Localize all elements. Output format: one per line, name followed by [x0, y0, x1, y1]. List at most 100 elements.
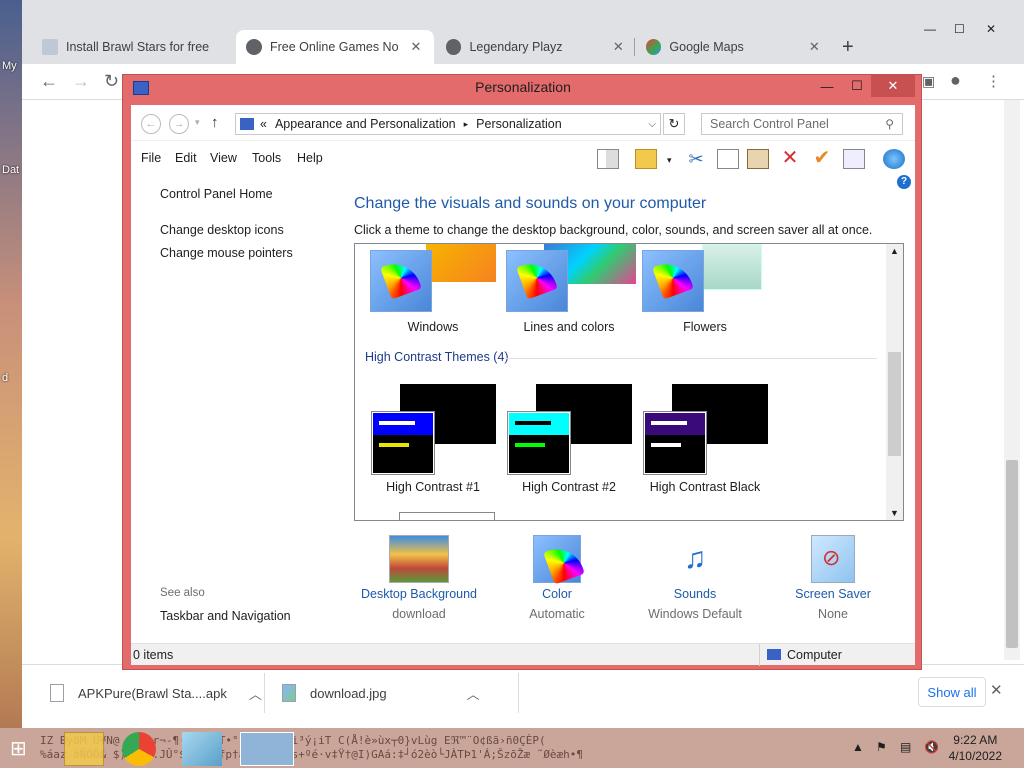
close-tab-icon[interactable]: ✕	[807, 39, 822, 55]
network-icon[interactable]: ▤	[900, 740, 911, 754]
show-hidden-icons[interactable]: ▲	[852, 740, 864, 754]
desktop-icon-label[interactable]: My	[2, 60, 17, 72]
theme-high-contrast-1[interactable]: High Contrast #1	[368, 384, 498, 494]
chevron-up-icon[interactable]: ︿	[249, 684, 262, 703]
option-label[interactable]: Sounds	[630, 587, 760, 601]
recent-pages-icon[interactable]: ▾	[195, 117, 200, 128]
globe-icon[interactable]	[883, 149, 905, 169]
menu-view[interactable]: View	[210, 151, 237, 165]
close-tab-icon[interactable]: ✕	[408, 39, 424, 55]
scroll-up-icon[interactable]: ▲	[890, 246, 899, 256]
back-icon[interactable]: ←	[141, 114, 161, 134]
app-icon[interactable]	[182, 732, 222, 766]
chevron-down-icon[interactable]: ▾	[667, 155, 672, 166]
hc-text-line	[515, 421, 551, 425]
item-count: 0 items	[133, 648, 174, 662]
high-contrast-group-header[interactable]: High Contrast Themes (4)	[365, 350, 509, 364]
menu-help[interactable]: Help	[297, 151, 323, 165]
address-box[interactable]: « Appearance and Personalization ▸ Perso…	[235, 113, 661, 135]
menu-tools[interactable]: Tools	[252, 151, 281, 165]
option-label[interactable]: Desktop Background	[354, 587, 484, 601]
search-input[interactable]: Search Control Panel ⚲	[701, 113, 903, 135]
new-tab-button[interactable]: +	[842, 36, 854, 59]
file-explorer-icon[interactable]	[64, 732, 104, 766]
checkmark-icon[interactable]: ✔	[811, 148, 833, 169]
paste-icon[interactable]	[747, 149, 769, 169]
link-change-desktop-icons[interactable]: Change desktop icons	[160, 223, 284, 237]
chevron-up-icon[interactable]: ︿	[467, 684, 480, 703]
file-icon	[50, 684, 64, 702]
minimize-icon[interactable]: —	[924, 22, 936, 36]
link-control-panel-home[interactable]: Control Panel Home	[160, 187, 273, 201]
close-window-icon[interactable]: ✕	[986, 22, 996, 36]
scroll-down-icon[interactable]: ▼	[890, 508, 899, 518]
screen-saver-option[interactable]: ⊘ Screen Saver None	[768, 535, 898, 621]
chevron-down-icon[interactable]: ⌵	[648, 119, 656, 130]
chrome-icon[interactable]	[122, 732, 156, 766]
download-item[interactable]: APKPure(Brawl Sta....apk ︿	[50, 679, 262, 707]
close-icon[interactable]: ✕	[871, 75, 915, 97]
color-palette-swatch	[533, 535, 581, 583]
tab-title: Google Maps	[669, 40, 744, 54]
breadcrumb-prefix: «	[260, 117, 267, 131]
theme-preview-partial	[399, 512, 495, 520]
layout-pane-icon[interactable]	[597, 149, 619, 169]
breadcrumb-parent[interactable]: Appearance and Personalization	[275, 117, 456, 131]
reload-icon[interactable]: ↻	[104, 71, 119, 92]
theme-lines-and-colors[interactable]: Lines and colors	[504, 244, 636, 334]
copy-icon[interactable]	[717, 149, 739, 169]
cut-icon[interactable]: ✂	[685, 149, 707, 169]
back-arrow-icon[interactable]: ←	[40, 71, 58, 92]
maximize-icon[interactable]: ☐	[841, 75, 873, 97]
tab-google-maps[interactable]: Google Maps ✕	[636, 30, 832, 64]
tab-free-online-games[interactable]: Free Online Games No D ✕	[236, 30, 434, 64]
sounds-keyboard-icon: ♫	[683, 542, 707, 575]
theme-flowers[interactable]: Flowers	[640, 244, 770, 334]
folder-options-icon[interactable]	[635, 149, 657, 169]
theme-windows[interactable]: Windows	[368, 244, 498, 334]
maximize-icon[interactable]: ☐	[954, 22, 965, 36]
theme-high-contrast-black[interactable]: High Contrast Black	[640, 384, 770, 494]
delete-icon[interactable]: ✕	[779, 148, 801, 169]
theme-high-contrast-2[interactable]: High Contrast #2	[504, 384, 634, 494]
desktop-icon-label[interactable]: Dat	[2, 164, 19, 176]
sidepanel-icon[interactable]: ▣	[922, 73, 935, 90]
up-arrow-icon[interactable]: ↑	[211, 114, 219, 131]
forward-icon[interactable]: →	[169, 114, 189, 134]
volume-muted-icon[interactable]: 🔇	[924, 740, 939, 754]
personalization-window: Personalization — ☐ ✕ ← → ▾ ↑ « Appearan…	[122, 74, 922, 670]
show-all-button[interactable]: Show all	[918, 677, 986, 707]
refresh-icon[interactable]: ↻	[663, 113, 685, 135]
download-item[interactable]: download.jpg ︿	[282, 679, 480, 707]
wallpaper-thumbnail-icon	[389, 535, 449, 583]
control-panel-taskbar-icon[interactable]	[240, 732, 294, 766]
flag-icon[interactable]: ⚑	[876, 740, 887, 754]
theme-list-scrollbar-thumb[interactable]	[888, 352, 901, 456]
properties-icon[interactable]	[843, 149, 865, 169]
sounds-option[interactable]: ♫ Sounds Windows Default	[630, 535, 760, 621]
forward-arrow-icon[interactable]: →	[72, 71, 90, 92]
tab-legendary-playz[interactable]: Legendary Playz ✕	[436, 30, 636, 64]
tab-brawl-stars[interactable]: Install Brawl Stars for free	[32, 30, 238, 64]
menu-dots-icon[interactable]: ⋮	[986, 72, 1001, 90]
option-label[interactable]: Color	[492, 587, 622, 601]
menu-file[interactable]: File	[141, 151, 161, 165]
help-icon[interactable]: ?	[897, 175, 911, 189]
clock[interactable]: 9:22 AM 4/10/2022	[949, 732, 1002, 764]
desktop-icon-label[interactable]: d	[2, 372, 8, 384]
option-label[interactable]: Screen Saver	[768, 587, 898, 601]
close-downloads-icon[interactable]: ✕	[990, 681, 1003, 699]
hc-text-line	[515, 443, 545, 447]
windows-start-icon[interactable]: ⊞	[10, 736, 27, 761]
close-tab-icon[interactable]: ✕	[611, 39, 626, 55]
link-taskbar-navigation[interactable]: Taskbar and Navigation	[160, 609, 291, 623]
breadcrumb-current[interactable]: Personalization	[476, 117, 561, 131]
profile-avatar-icon[interactable]: ●	[950, 70, 961, 91]
theme-list-scrollbar[interactable]: ▲ ▼	[886, 244, 903, 520]
page-scrollbar-thumb[interactable]	[1006, 460, 1018, 648]
color-option[interactable]: Color Automatic	[492, 535, 622, 621]
desktop-background-option[interactable]: Desktop Background download	[354, 535, 484, 621]
link-change-mouse-pointers[interactable]: Change mouse pointers	[160, 246, 293, 260]
minimize-icon[interactable]: —	[811, 75, 843, 97]
menu-edit[interactable]: Edit	[175, 151, 197, 165]
